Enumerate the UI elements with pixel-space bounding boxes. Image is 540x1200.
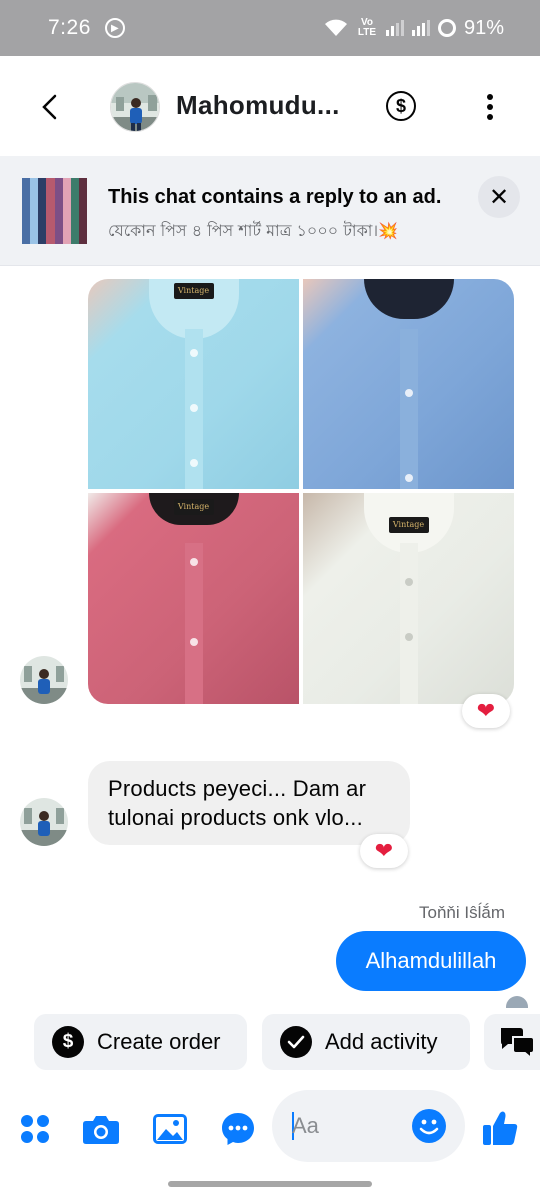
message-text-line: Products peyeci... Dam ar	[108, 776, 367, 801]
emoji-icon[interactable]	[412, 1109, 446, 1143]
ad-thumbnail	[22, 178, 87, 244]
sync-icon: ▶	[104, 18, 125, 38]
message-input-container[interactable]	[272, 1090, 465, 1162]
shirt-label: Vintage	[173, 499, 214, 515]
dollar-icon: $	[52, 1026, 84, 1058]
status-indicators: Vo LTE 91%	[324, 17, 504, 40]
battery-icon	[437, 19, 456, 37]
add-activity-button[interactable]: Add activity	[262, 1014, 470, 1070]
home-indicator[interactable]	[168, 1181, 372, 1187]
thumbs-up-icon[interactable]	[480, 1108, 520, 1148]
chat-header: Mahomudu... $	[0, 56, 540, 156]
signal-2-icon	[411, 20, 430, 36]
incoming-message-bubble[interactable]: Products peyeci... Dam ar tulonai produc…	[88, 761, 410, 845]
heart-reaction-icon[interactable]: ❤	[462, 694, 510, 728]
chat-bubbles-icon	[501, 1028, 535, 1059]
status-time: 7:26	[48, 16, 91, 39]
contact-avatar[interactable]	[110, 82, 160, 132]
more-options-icon[interactable]	[480, 92, 500, 122]
messenger-chat-icon[interactable]	[219, 1110, 257, 1148]
sender-avatar[interactable]	[20, 798, 68, 846]
heart-reaction-icon[interactable]: ❤	[360, 834, 408, 868]
message-input[interactable]	[292, 1108, 412, 1144]
wifi-icon	[324, 19, 347, 36]
gallery-image-icon[interactable]	[151, 1110, 189, 1148]
shirt-label: Vintage	[173, 283, 214, 299]
message-text-line: tulonai products onk vlo...	[108, 805, 363, 830]
add-activity-label: Add activity	[325, 1029, 438, 1054]
check-icon	[280, 1026, 312, 1058]
shirt-label: Vintage	[388, 517, 429, 533]
create-order-button[interactable]: $ Create order	[34, 1014, 247, 1070]
contact-name[interactable]: Mahomudu...	[176, 90, 340, 121]
avatar-photo	[20, 656, 68, 704]
signal-icon	[385, 20, 404, 36]
ad-banner-subtitle: যেকোন পিস ৪ পিস শার্ট মাত্র ১০০০ টাকা।💥	[108, 221, 399, 240]
message-composer	[0, 1090, 540, 1170]
back-button[interactable]	[34, 92, 64, 122]
close-icon[interactable]: ✕	[478, 176, 520, 218]
shirt-photo-light-blue[interactable]: Vintage	[88, 279, 299, 489]
conversations-button[interactable]	[484, 1014, 540, 1070]
avatar-photo	[20, 798, 68, 846]
seen-avatar	[506, 996, 528, 1008]
sender-name-label: Toňňi Iŝĺắm	[419, 903, 505, 922]
outgoing-message-bubble[interactable]: Alhamdulillah	[336, 931, 526, 991]
shirt-photo-red[interactable]: Vintage	[88, 493, 299, 704]
sender-avatar[interactable]	[20, 656, 68, 704]
ad-banner-title: This chat contains a reply to an ad.	[108, 186, 442, 208]
quick-actions-bar: $ Create order Add activity	[0, 1014, 540, 1070]
shirt-photo-white[interactable]: Vintage	[303, 493, 514, 704]
avatar-photo	[111, 83, 159, 131]
apps-grid-icon[interactable]	[16, 1110, 54, 1148]
chevron-left-icon	[42, 94, 57, 120]
payment-dollar-icon[interactable]: $	[386, 91, 416, 121]
photo-grid-message[interactable]: Vintage Vintage Vintage	[88, 279, 514, 704]
ad-reply-banner[interactable]: This chat contains a reply to an ad. যেক…	[0, 156, 540, 266]
shirt-photo-blue[interactable]	[303, 279, 514, 489]
status-bar: 7:26 ▶ Vo LTE 91%	[0, 0, 540, 56]
battery-percent: 91%	[463, 16, 504, 39]
camera-icon[interactable]	[82, 1110, 120, 1148]
volte-label: Vo LTE	[357, 17, 377, 38]
create-order-label: Create order	[97, 1029, 221, 1054]
